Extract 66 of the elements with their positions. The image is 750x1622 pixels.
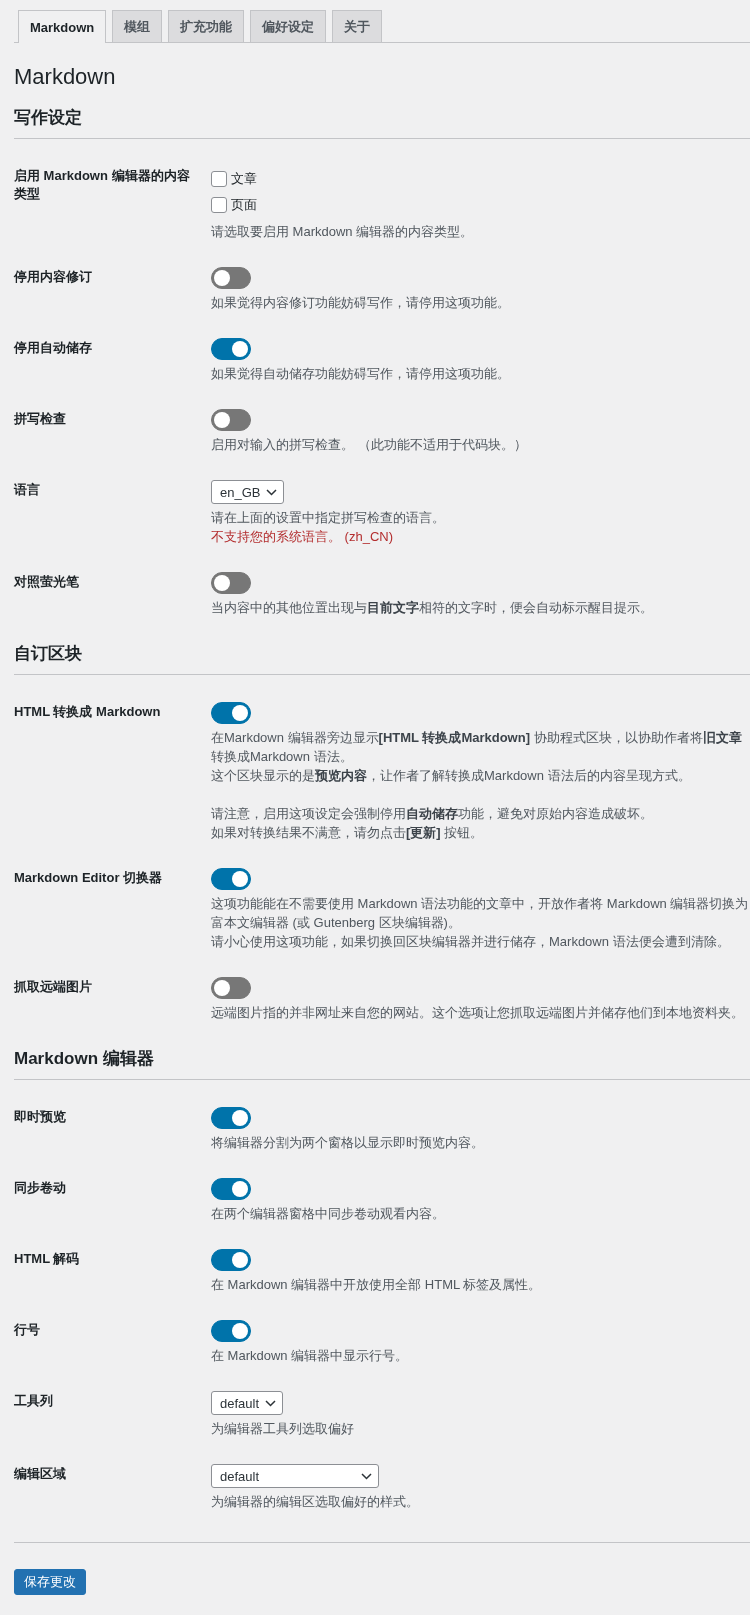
- dropdown[interactable]: en_GB: [211, 480, 285, 504]
- setting-label: 同步卷动: [14, 1179, 67, 1197]
- description: 为编辑器的编辑区选取偏好的样式。: [211, 1494, 419, 1509]
- setting-label: 即时预览: [14, 1108, 67, 1126]
- toggle-switch[interactable]: [211, 1107, 251, 1129]
- setting-label: HTML 转换成 Markdown: [14, 703, 162, 721]
- toggle-switch[interactable]: [211, 267, 251, 289]
- toggle-switch[interactable]: [211, 1178, 251, 1200]
- dropdown[interactable]: default: [211, 1391, 284, 1415]
- toggle-switch[interactable]: [211, 338, 251, 360]
- checkbox[interactable]: [211, 197, 227, 213]
- toggle-switch[interactable]: [211, 572, 251, 594]
- setting-label: 行号: [14, 1321, 41, 1339]
- description: 如果觉得自动储存功能妨碍写作，请停用这项功能。: [211, 366, 510, 381]
- setting-label: 停用自动储存: [14, 339, 93, 357]
- setting-label: 编辑区域: [14, 1465, 67, 1483]
- setting-label: 工具列: [14, 1392, 54, 1410]
- setting-label: 停用内容修订: [14, 268, 93, 286]
- description: 为编辑器工具列选取偏好: [211, 1421, 354, 1436]
- setting-label: HTML 解码: [14, 1250, 81, 1268]
- toggle-switch[interactable]: [211, 1320, 251, 1342]
- toggle-switch[interactable]: [211, 868, 251, 890]
- description: 如果觉得内容修订功能妨碍写作，请停用这项功能。: [211, 295, 510, 310]
- description: 在两个编辑器窗格中同步卷动观看内容。: [211, 1206, 445, 1221]
- tab[interactable]: 扩充功能: [168, 10, 245, 42]
- section-heading: 写作设定: [14, 107, 83, 129]
- chevron-icon: [266, 488, 278, 496]
- checkbox-label: 页面: [231, 196, 257, 214]
- description: 请注意，启用这项设定会强制停用自动储存功能，避免对原始内容造成破坏。: [211, 806, 653, 821]
- description: 远端图片指的并非网址来自您的网站。这个选项让您抓取远端图片并储存他们到本地资料夹。: [211, 1005, 744, 1020]
- description: 这项功能能在不需要使用 Markdown 语法功能的文章中，开放作者将 Markdown 编辑器切换为富本文编辑器 (或 Gutenberg 区块编辑器)。: [211, 896, 749, 930]
- toggle-switch[interactable]: [211, 409, 251, 431]
- setting-label: 语言: [14, 481, 41, 499]
- error-message: 不支持您的系统语言。 (zh_CN): [211, 528, 393, 546]
- chevron-icon: [361, 1472, 372, 1480]
- section-heading: Markdown 编辑器: [14, 1048, 155, 1070]
- description: 如果对转换结果不满意，请勿点击[更新] 按钮。: [211, 825, 484, 840]
- description: 当内容中的其他位置出现与目前文字相符的文字时，便会自动标示醒目提示。: [211, 600, 653, 615]
- description: 这个区块显示的是预览内容，让作者了解转换成Markdown 语法后的内容呈现方式。: [211, 768, 691, 783]
- setting-label: 拼写检查: [14, 410, 67, 428]
- setting-label: Markdown Editor 切换器: [14, 869, 164, 887]
- tab[interactable]: 模组: [112, 10, 163, 42]
- section-heading: 自订区块: [14, 643, 83, 665]
- save-button[interactable]: 保存更改: [14, 1569, 86, 1595]
- tab[interactable]: Markdown: [18, 10, 107, 43]
- description: 将编辑器分割为两个窗格以显示即时预览内容。: [211, 1135, 484, 1150]
- tab[interactable]: 偏好设定: [250, 10, 327, 42]
- description: 请小心使用这项功能，如果切换回区块编辑器并进行储存，Markdown 语法便会遭到清除。: [211, 934, 730, 949]
- toggle-switch[interactable]: [211, 702, 251, 724]
- setting-label: 启用 Markdown 编辑器的内容类型: [14, 167, 191, 203]
- setting-label: 抓取远端图片: [14, 978, 93, 996]
- tab[interactable]: 关于: [332, 10, 383, 42]
- toggle-switch[interactable]: [211, 1249, 251, 1271]
- checkbox-label: 文章: [231, 170, 257, 188]
- setting-label: 对照萤光笔: [14, 573, 80, 591]
- description: 在Markdown 编辑器旁边显示[HTML 转换成Markdown] 协助程式区块，以协助作者将旧文章转换成Markdown 语法。: [211, 730, 742, 764]
- description: 请在上面的设置中指定拼写检查的语言。: [211, 510, 445, 525]
- toggle-switch[interactable]: [211, 977, 251, 999]
- description: 在 Markdown 编辑器中显示行号。: [211, 1348, 409, 1363]
- page-title: Markdown: [14, 63, 117, 91]
- description: 请选取要启用 Markdown 编辑器的内容类型。: [211, 224, 474, 239]
- dropdown[interactable]: default: [211, 1464, 379, 1488]
- description: 在 Markdown 编辑器中开放使用全部 HTML 标签及属性。: [211, 1277, 542, 1292]
- description: 启用对输入的拼写检查。 （此功能不适用于代码块。）: [211, 437, 527, 452]
- checkbox[interactable]: [211, 171, 227, 187]
- chevron-icon: [265, 1399, 277, 1407]
